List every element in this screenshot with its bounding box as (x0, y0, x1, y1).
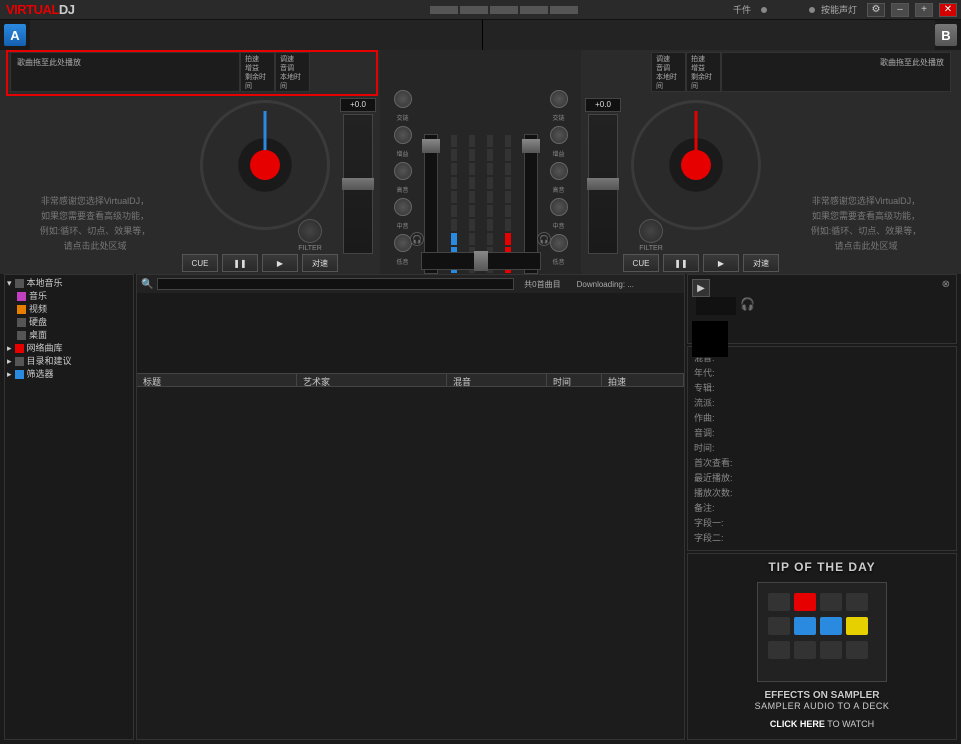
headphone-cue-b[interactable]: 🎧 (537, 232, 551, 246)
deck-b-cue-button[interactable]: CUE (623, 254, 659, 272)
knob[interactable] (550, 234, 568, 252)
tree-item-disk[interactable]: 硬盘 (17, 316, 131, 329)
tree-item-music[interactable]: 音乐 (17, 290, 131, 303)
jog-center-icon (250, 150, 280, 180)
col-bpm[interactable]: 拍速 (602, 374, 684, 386)
knob[interactable] (394, 198, 412, 216)
download-status: Downloading: ... (571, 280, 640, 289)
deck-b-info-col-2: 拍速增益剩余时间 (686, 52, 721, 92)
knob[interactable] (394, 162, 412, 180)
deck-a-pause-button[interactable]: ❚❚ (222, 254, 258, 272)
deck-area: 歌曲拖至此处播放 拍速增益剩余时间 调速音调本地时间 非常感谢您选择Virtua… (0, 50, 961, 274)
search-icon[interactable]: 🔍 (141, 279, 153, 290)
settings-button[interactable] (867, 3, 885, 17)
deck-b-badge[interactable]: B (935, 24, 957, 46)
deck-b-drop-hint[interactable]: 歌曲拖至此处播放 (721, 52, 951, 92)
tree-root-local[interactable]: ▾本地音乐 (7, 277, 131, 290)
search-input[interactable] (157, 278, 514, 290)
knob[interactable] (394, 90, 412, 108)
app-logo: VIRTUALDJ (0, 2, 80, 17)
deck-b-sync-button[interactable]: 对速 (743, 254, 779, 272)
top-segment-strip (430, 6, 578, 14)
preview-panel: ▶ 🎧 ⊗ (687, 274, 957, 344)
deck-b-play-button[interactable]: ▶ (703, 254, 739, 272)
crossfader[interactable] (421, 252, 541, 270)
filter-knob-icon[interactable] (639, 219, 663, 243)
tree-item-desktop[interactable]: 桌面 (17, 329, 131, 342)
col-remix[interactable]: 混音 (447, 374, 547, 386)
deck-a-sync-button[interactable]: 对速 (302, 254, 338, 272)
status-dot-1 (761, 7, 767, 13)
knob[interactable] (394, 234, 412, 252)
window-close[interactable]: ✕ (939, 3, 957, 17)
tree-filter[interactable]: ▸筛选器 (7, 368, 131, 381)
file-list: 🔍 共0首曲目 Downloading: ... 标题 艺术家 混音 时间 拍速 (136, 274, 685, 740)
deck-a-badge[interactable]: A (4, 24, 26, 46)
col-artist[interactable]: 艺术家 (297, 374, 447, 386)
deck-a-drop-hint[interactable]: 歌曲拖至此处播放 (10, 52, 240, 92)
knob[interactable] (394, 126, 412, 144)
deck-a-info-col-2: 调速音调本地时间 (275, 52, 310, 92)
knob[interactable] (550, 198, 568, 216)
window-maximize[interactable]: + (915, 3, 933, 17)
deck-b-pitch-value: +0.0 (585, 98, 621, 112)
preview-artwork (692, 321, 728, 357)
tip-image (757, 582, 887, 682)
tip-of-day[interactable]: TIP OF THE DAY EFFECTS ON SAMPLER SAMPLE… (687, 553, 957, 740)
tree-item-video[interactable]: 视频 (17, 303, 131, 316)
deck-b-filter[interactable]: FILTER (637, 219, 665, 252)
tip-cta[interactable]: CLICK HERE TO WATCH (694, 719, 950, 729)
col-time[interactable]: 时间 (547, 374, 602, 386)
deck-b-jogwheel[interactable] (631, 100, 761, 230)
top-label-2: 按能声灯 (821, 3, 857, 16)
deck-a-filter[interactable]: FILTER (296, 219, 324, 252)
deck-a-play-button[interactable]: ▶ (262, 254, 298, 272)
filter-knob-icon[interactable] (298, 219, 322, 243)
deck-a-pitch-value: +0.0 (340, 98, 376, 112)
deck-b-promo[interactable]: 非常感谢您选择VirtualDJ，如果您需要查看高级功能，例如:循环、切点、效果… (791, 194, 941, 254)
status-dot-2 (809, 7, 815, 13)
deck-a-promo[interactable]: 非常感谢您选择VirtualDJ，如果您需要查看高级功能，例如:循环、切点、效果… (20, 194, 170, 254)
deck-a-cue-button[interactable]: CUE (182, 254, 218, 272)
headphones-icon[interactable]: 🎧 (740, 297, 755, 311)
deck-a-jogwheel[interactable] (200, 100, 330, 230)
browser: ▾本地音乐 音乐 视频 硬盘 桌面 ▸网络曲库 ▸目录和建议 ▸筛选器 🔍 共0… (4, 274, 957, 740)
mixer: 交链 增益 高音 中音 低音 交链 增益 高音 中音 低音 🎧 🎧 (380, 50, 581, 274)
metadata-panel: 混音: 年代: 专辑: 流派: 作曲: 音调: 时间: 首次查看: 最近播放: … (687, 346, 957, 551)
preview-close-icon[interactable]: ⊗ (942, 279, 950, 290)
deck-b: 歌曲拖至此处播放 调速音调本地时间 拍速增益剩余时间 非常感谢您选择Virtua… (581, 50, 961, 274)
headphone-cue-a[interactable]: 🎧 (410, 232, 424, 246)
file-columns[interactable]: 标题 艺术家 混音 时间 拍速 (137, 373, 684, 387)
title-bar: VIRTUALDJ 千件 按能声灯 – + ✕ (0, 0, 961, 20)
deck-a-info-col-1: 拍速增益剩余时间 (240, 52, 275, 92)
col-title[interactable]: 标题 (137, 374, 297, 386)
mixer-eq-a: 交链 增益 高音 中音 低音 (393, 90, 413, 274)
deck-a-pitch-slider[interactable] (343, 114, 373, 254)
knob[interactable] (550, 126, 568, 144)
knob[interactable] (550, 90, 568, 108)
deck-header: A B (0, 20, 961, 50)
track-count: 共0首曲目 (518, 279, 566, 290)
tip-line-2: SAMPLER AUDIO TO A DECK (694, 701, 950, 711)
deck-b-pitch-slider[interactable] (588, 114, 618, 254)
folder-tree[interactable]: ▾本地音乐 音乐 视频 硬盘 桌面 ▸网络曲库 ▸目录和建议 ▸筛选器 (4, 274, 134, 740)
deck-b-info-col-1: 调速音调本地时间 (651, 52, 686, 92)
preview-waveform[interactable] (696, 297, 736, 315)
window-minimize[interactable]: – (891, 3, 909, 17)
top-label-1: 千件 (733, 3, 751, 16)
deck-b-pause-button[interactable]: ❚❚ (663, 254, 699, 272)
knob[interactable] (550, 162, 568, 180)
deck-a: 歌曲拖至此处播放 拍速增益剩余时间 调速音调本地时间 非常感谢您选择Virtua… (0, 50, 380, 274)
tree-net[interactable]: ▸网络曲库 (7, 342, 131, 355)
jog-center-icon (681, 150, 711, 180)
file-area[interactable] (137, 387, 684, 739)
tip-title: TIP OF THE DAY (694, 560, 950, 574)
tree-dir[interactable]: ▸目录和建议 (7, 355, 131, 368)
mixer-eq-b: 交链 增益 高音 中音 低音 (549, 90, 569, 274)
tip-line-1: EFFECTS ON SAMPLER (694, 690, 950, 701)
preview-play-button[interactable]: ▶ (692, 279, 710, 297)
